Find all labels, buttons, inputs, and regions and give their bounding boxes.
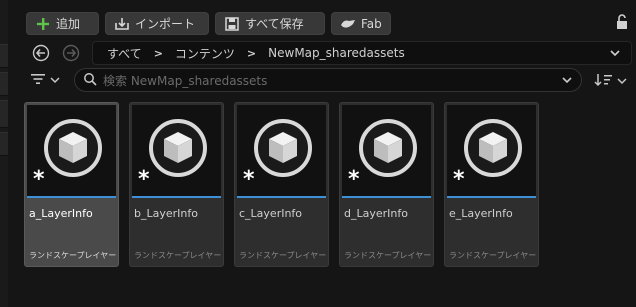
asset-type-color-bar (27, 196, 116, 198)
import-button[interactable]: インポート (105, 12, 209, 35)
forward-arrow-icon[interactable] (62, 44, 80, 62)
asset-type-color-bar (237, 196, 326, 198)
cube-icon (464, 119, 522, 177)
cube-icon (149, 119, 207, 177)
content-browser-toolbar: 追加 インポート すべて保存 Fab (26, 12, 391, 35)
asterisk-icon: * (243, 167, 255, 192)
asset-thumbnail: * (342, 105, 431, 196)
search-icon (83, 72, 97, 89)
asset-thumbnail: * (447, 105, 536, 196)
left-panel-tab[interactable] (0, 44, 8, 68)
left-panel-tab[interactable] (0, 100, 8, 128)
asset-name: e_LayerInfo (449, 207, 513, 220)
asset-type-color-bar (447, 196, 536, 198)
breadcrumb-item-current-folder[interactable]: NewMap_sharedassets (268, 46, 405, 60)
save-all-button[interactable]: すべて保存 (215, 12, 325, 35)
asset-type: ランドスケープレイヤー (239, 251, 327, 260)
asterisk-icon: * (348, 167, 360, 192)
asset-name: a_LayerInfo (29, 207, 93, 220)
chevron-down-icon[interactable] (561, 74, 573, 89)
asset-tile[interactable]: * d_LayerInfo ランドスケープレイヤー (339, 102, 434, 267)
fab-button-label: Fab (361, 16, 382, 31)
back-arrow-icon[interactable] (32, 44, 50, 62)
breadcrumb: すべて > コンテンツ > NewMap_sharedassets (92, 41, 632, 65)
asset-grid: * a_LayerInfo ランドスケープレイヤー * b_LayerInfo … (24, 102, 539, 267)
sort-button[interactable] (594, 71, 630, 91)
asset-thumbnail: * (27, 105, 116, 196)
save-all-button-label: すべて保存 (245, 17, 304, 31)
search-input[interactable]: 検索 NewMap_sharedassets (74, 68, 582, 92)
import-button-label: インポート (135, 17, 196, 31)
left-panel-tab[interactable] (0, 72, 8, 96)
add-button[interactable]: 追加 (26, 12, 99, 35)
breadcrumb-item-all[interactable]: すべて (107, 45, 142, 62)
asset-tile[interactable]: * a_LayerInfo ランドスケープレイヤー (24, 102, 119, 267)
asset-name: d_LayerInfo (344, 207, 408, 220)
asset-tile[interactable]: * b_LayerInfo ランドスケープレイヤー (129, 102, 224, 267)
cube-icon (254, 119, 312, 177)
plus-icon (35, 16, 51, 32)
asset-type: ランドスケープレイヤー (344, 251, 432, 260)
fab-icon (340, 16, 356, 32)
filter-icon (30, 73, 46, 88)
breadcrumb-item-content[interactable]: コンテンツ (175, 45, 235, 62)
asset-type-color-bar (342, 196, 431, 198)
fab-button[interactable]: Fab (331, 12, 391, 35)
asset-thumbnail: * (237, 105, 326, 196)
asset-name: c_LayerInfo (239, 207, 303, 220)
asset-type: ランドスケープレイヤー (134, 251, 222, 260)
lock-icon[interactable] (616, 14, 628, 30)
cube-icon (359, 119, 417, 177)
chevron-down-icon[interactable] (609, 47, 621, 62)
asset-type-color-bar (132, 196, 221, 198)
filter-button[interactable] (30, 70, 70, 90)
asterisk-icon: * (33, 167, 45, 192)
save-icon (224, 16, 240, 32)
left-panel-edge (0, 0, 8, 307)
asterisk-icon: * (453, 167, 465, 192)
asterisk-icon: * (138, 167, 150, 192)
asset-type: ランドスケープレイヤー (29, 251, 117, 260)
chevron-right-icon[interactable]: > (247, 47, 256, 60)
chevron-right-icon[interactable]: > (154, 47, 163, 60)
asset-type: ランドスケープレイヤー (449, 251, 537, 260)
left-panel-tab[interactable] (0, 132, 8, 156)
add-button-label: 追加 (56, 17, 81, 31)
cube-icon (44, 119, 102, 177)
asset-tile[interactable]: * c_LayerInfo ランドスケープレイヤー (234, 102, 329, 267)
asset-tile[interactable]: * e_LayerInfo ランドスケープレイヤー (444, 102, 539, 267)
asset-thumbnail: * (132, 105, 221, 196)
search-placeholder: 検索 NewMap_sharedassets (103, 73, 268, 88)
import-icon (114, 16, 130, 32)
chevron-down-icon (617, 74, 627, 88)
sort-icon (594, 73, 614, 90)
asset-name: b_LayerInfo (134, 207, 198, 220)
chevron-down-icon (50, 73, 60, 87)
